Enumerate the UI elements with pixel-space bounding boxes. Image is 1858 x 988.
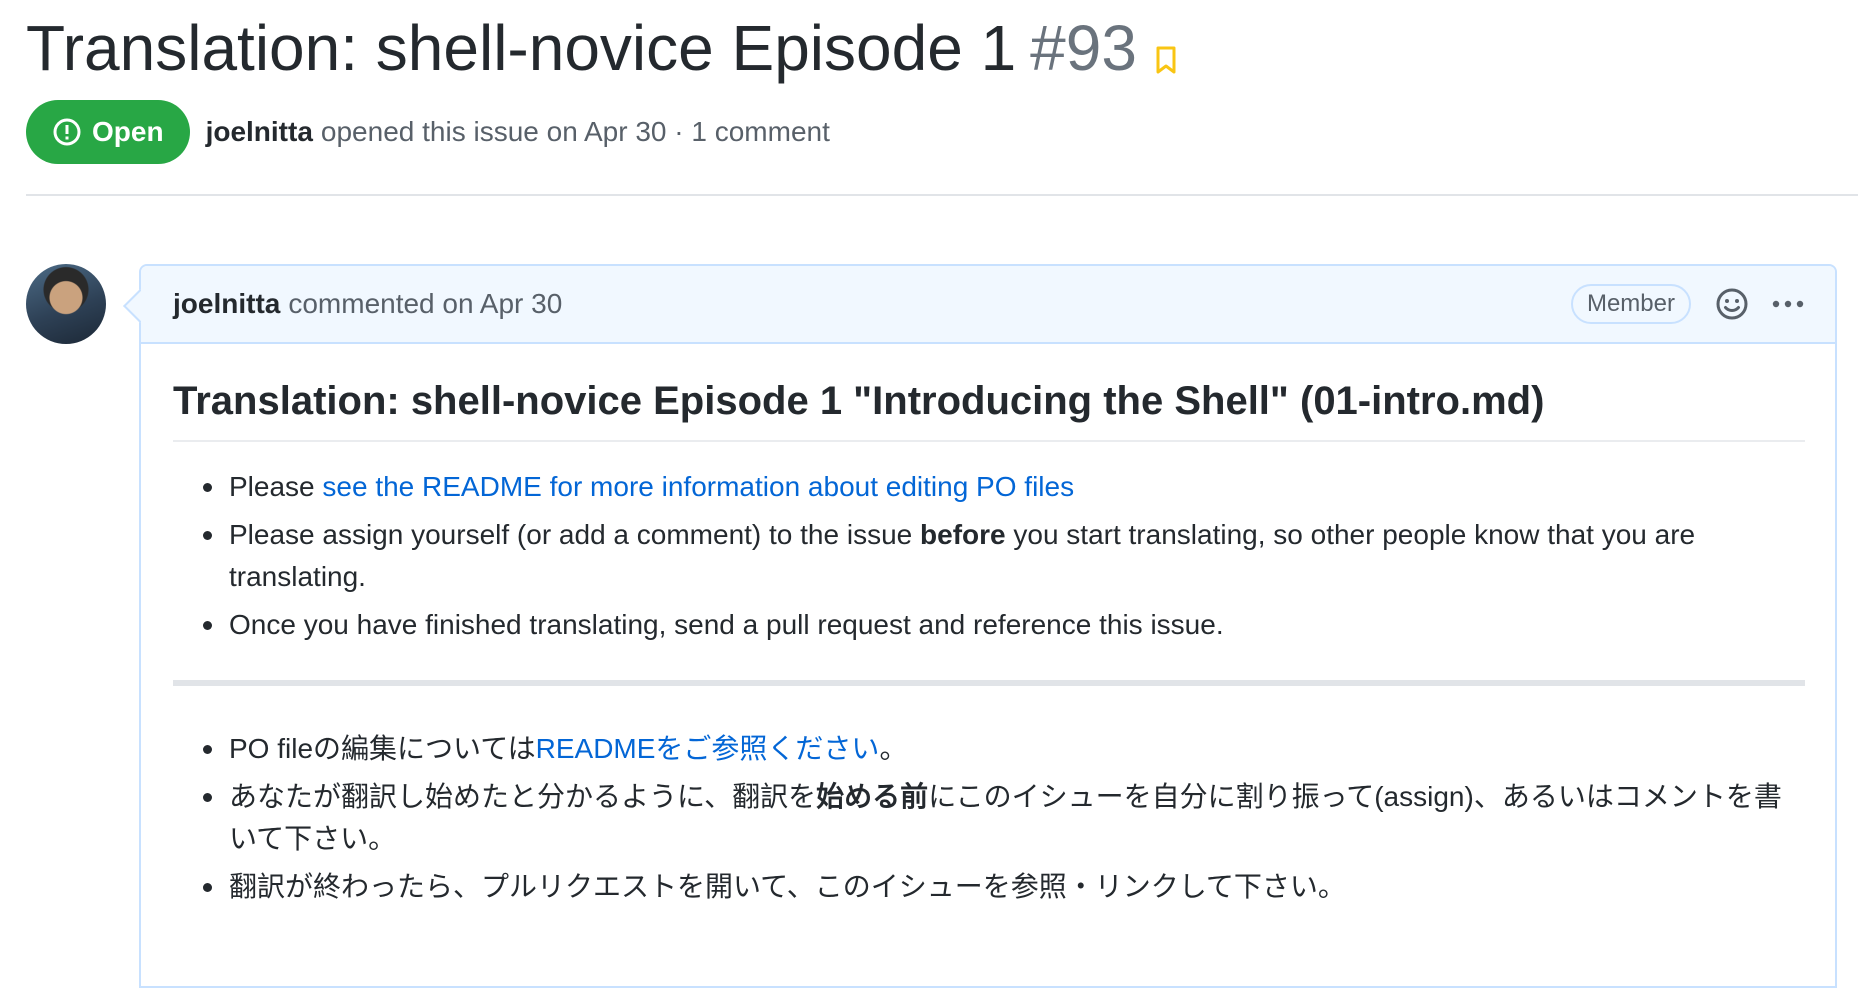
list-item-text: あなたが翻訳し始めたと分かるように、翻訳を <box>229 781 817 812</box>
list-item: 翻訳が終わったら、プルリクエストを開いて、このイシューを参照・リンクして下さい。 <box>203 866 1805 908</box>
list-item: Please assign yourself (or add a comment… <box>203 514 1805 598</box>
comment-actions: Member <box>1570 284 1805 324</box>
comment-heading: Translation: shell-novice Episode 1 "Int… <box>173 376 1805 442</box>
issue-title: Translation: shell-novice Episode 1 #93 <box>26 8 1177 93</box>
japanese-instructions-list: PO fileの編集についてはREADMEをご参照ください。 あなたが翻訳し始め… <box>173 728 1805 908</box>
state-label: Open <box>92 116 164 147</box>
issue-number: #93 <box>1030 12 1137 84</box>
bookmark-icon[interactable] <box>1155 13 1177 93</box>
issue-opened-icon <box>52 117 92 147</box>
issue-meta-row: Open joelnitta opened this issue on Apr 3… <box>26 100 830 164</box>
member-badge: Member <box>1570 284 1691 324</box>
list-item: あなたが翻訳し始めたと分かるように、翻訳を始める前にこのイシューを自分に割り振っ… <box>203 776 1805 860</box>
kebab-horizontal-icon[interactable] <box>1771 299 1805 309</box>
header-divider <box>26 194 1858 196</box>
english-instructions-list: Please see the README for more informati… <box>173 466 1805 646</box>
smiley-icon[interactable] <box>1715 287 1749 321</box>
readme-link-ja[interactable]: READMEをご参照ください <box>536 733 880 764</box>
issue-meta: joelnitta opened this issue on Apr 30 · 1… <box>206 116 830 148</box>
comment-author-link[interactable]: joelnitta <box>173 288 280 319</box>
emphasis-text: before <box>920 519 1006 550</box>
list-item-text: 翻訳が終わったら、プルリクエストを開いて、このイシューを参照・リンクして下さい。 <box>229 871 1346 902</box>
issue-author-link[interactable]: joelnitta <box>206 116 313 147</box>
issue-title-text: Translation: shell-novice Episode 1 <box>26 12 1017 84</box>
list-item: PO fileの編集についてはREADMEをご参照ください。 <box>203 728 1805 770</box>
comment-body: Translation: shell-novice Episode 1 "Int… <box>141 344 1835 908</box>
readme-link[interactable]: see the README for more information abou… <box>322 471 1074 502</box>
list-item-text: PO fileの編集については <box>229 733 536 764</box>
emphasis-text: 始める前 <box>816 781 929 812</box>
list-item-text: Please <box>229 471 323 502</box>
list-item: Once you have finished translating, send… <box>203 604 1805 646</box>
list-item-text: Please assign yourself (or add a comment… <box>229 519 921 550</box>
comment-meta-text[interactable]: commented on Apr 30 <box>288 288 562 319</box>
open-state-badge: Open <box>26 100 190 164</box>
list-item: Please see the README for more informati… <box>203 466 1805 508</box>
section-divider <box>173 680 1805 686</box>
comment-meta: joelnitta commented on Apr 30 <box>173 288 562 320</box>
avatar[interactable] <box>26 264 106 344</box>
list-item-text: 。 <box>879 733 908 764</box>
list-item-text: Once you have finished translating, send… <box>229 609 1224 640</box>
comment-box: joelnitta commented on Apr 30 Member Tran… <box>139 264 1837 988</box>
issue-meta-text: opened this issue on Apr 30 · 1 comment <box>320 116 830 147</box>
comment-header: joelnitta commented on Apr 30 Member <box>141 266 1835 344</box>
